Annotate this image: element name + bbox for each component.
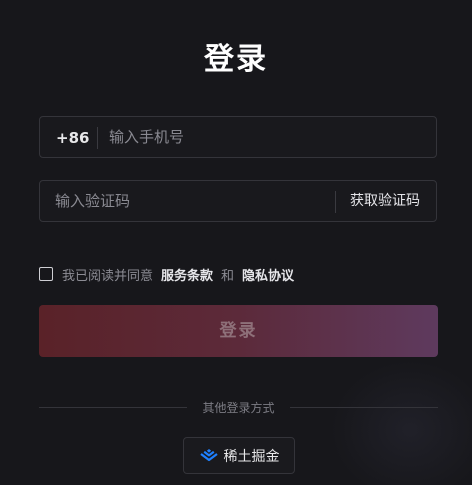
other-login-label: 其他登录方式 <box>202 401 275 415</box>
login-page: 登录 +86 获取验证码 我已阅读并同意 服务条款 和 隐私协议 登录 其他登录… <box>0 0 472 485</box>
terms-link[interactable]: 服务条款 <box>161 265 213 284</box>
phone-field[interactable]: +86 <box>39 116 437 158</box>
other-login-divider: 其他登录方式 <box>39 399 438 417</box>
background-glow <box>330 360 472 485</box>
privacy-link[interactable]: 隐私协议 <box>242 265 294 284</box>
login-button[interactable]: 登录 <box>39 305 438 357</box>
phone-divider <box>97 127 98 149</box>
country-code-selector[interactable]: +86 <box>56 117 89 159</box>
agreement-prefix: 我已阅读并同意 <box>62 268 154 284</box>
juejin-login-button[interactable]: 稀土掘金 <box>183 437 295 474</box>
verification-code-input[interactable] <box>55 181 325 221</box>
juejin-logo-icon <box>199 448 219 464</box>
juejin-login-label: 稀土掘金 <box>223 448 280 465</box>
verification-code-field[interactable]: 获取验证码 <box>39 180 437 222</box>
divider-line-right <box>290 407 438 408</box>
agreement-row: 我已阅读并同意 服务条款 和 隐私协议 <box>39 265 294 284</box>
agreement-conjunction: 和 <box>221 268 235 284</box>
page-title: 登录 <box>204 42 268 77</box>
phone-input[interactable] <box>109 117 419 157</box>
code-divider <box>335 191 336 213</box>
agreement-checkbox[interactable] <box>39 267 53 281</box>
get-code-button[interactable]: 获取验证码 <box>350 181 420 221</box>
